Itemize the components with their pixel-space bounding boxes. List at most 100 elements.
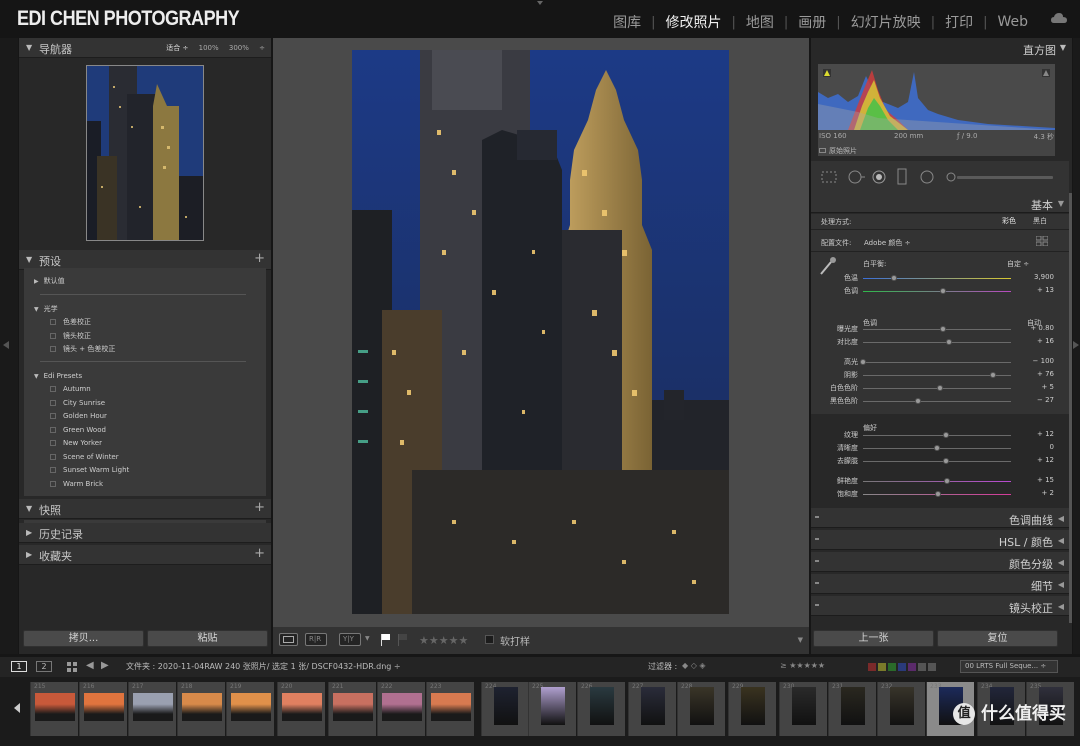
right-panel-scrollbar[interactable] <box>1069 193 1072 623</box>
right-panel-edge[interactable] <box>1073 38 1080 654</box>
profile-select[interactable]: Adobe 颜色 ÷ <box>864 238 910 248</box>
flag-pick-icon[interactable] <box>380 634 392 646</box>
before-after-button[interactable]: R|R <box>305 633 327 646</box>
module-slideshow[interactable]: 幻灯片放映 <box>851 12 921 32</box>
rating-filter[interactable]: ≥ ★★★★★ <box>780 661 825 670</box>
slider-thumb[interactable] <box>944 478 951 484</box>
slider-value[interactable]: + 2 <box>1041 489 1054 497</box>
module-library[interactable]: 图库 <box>613 12 641 32</box>
filmstrip-thumb[interactable]: 226 <box>577 682 625 736</box>
slider-value[interactable]: 0 <box>1050 443 1054 451</box>
navigator-header[interactable]: ▼ 导航器 适合 ÷ 100% 300% ÷ <box>19 38 271 58</box>
zoom-100[interactable]: 100% <box>199 44 219 52</box>
slider-track[interactable] <box>863 375 1011 376</box>
loupe-view-button[interactable] <box>279 633 298 646</box>
reset-button[interactable]: 复位 <box>937 630 1058 647</box>
color-label-filter[interactable] <box>868 663 936 671</box>
collapse-left-icon[interactable] <box>3 341 9 349</box>
filmstrip-thumb[interactable]: 224 <box>481 682 529 736</box>
rating-stars[interactable]: ★★★★★ <box>419 634 468 647</box>
module-print[interactable]: 打印 <box>945 12 973 32</box>
preset-item[interactable]: New Yorker <box>50 439 102 447</box>
slider-thumb[interactable] <box>939 288 946 294</box>
toolbar-menu-icon[interactable]: ▼ <box>798 636 803 644</box>
slider-value[interactable]: 3,900 <box>1034 273 1054 281</box>
presets-header[interactable]: ▼ 预设 + <box>19 250 271 270</box>
slider-thumb[interactable] <box>945 339 952 345</box>
filmstrip-thumb[interactable]: 220 <box>277 682 325 736</box>
slider-track[interactable] <box>863 342 1011 343</box>
slider-track[interactable] <box>863 401 1011 402</box>
preset-item[interactable]: Scene of Winter <box>50 453 119 461</box>
collapse-right-icon[interactable] <box>1073 341 1079 349</box>
slider-track[interactable] <box>863 291 1011 292</box>
original-photo-toggle[interactable]: 原始照片 <box>819 146 857 156</box>
slider-value[interactable]: + 15 <box>1037 476 1054 484</box>
left-panel-edge[interactable] <box>0 38 18 654</box>
section-hsl[interactable]: HSL / 颜色 ◀ <box>811 530 1069 550</box>
slider-thumb[interactable] <box>935 491 942 497</box>
hide-top-panel-icon[interactable] <box>537 1 543 5</box>
add-collection-icon[interactable]: + <box>254 546 265 561</box>
filmstrip-thumb[interactable]: 228 <box>677 682 725 736</box>
preset-item[interactable]: Green Wood <box>50 426 106 434</box>
preset-item[interactable]: 镜头校正 <box>50 331 91 341</box>
filmstrip-thumb[interactable]: 216 <box>79 682 127 736</box>
slider-thumb[interactable] <box>939 326 946 332</box>
slider-value[interactable]: + 76 <box>1037 370 1054 378</box>
preset-item[interactable]: 镜头 + 色差校正 <box>50 344 115 354</box>
main-window-button[interactable]: 1 <box>11 661 27 672</box>
slider-value[interactable]: + 16 <box>1037 337 1054 345</box>
paste-button[interactable]: 粘贴 <box>147 630 268 647</box>
history-header[interactable]: ▶ 历史记录 <box>19 523 271 543</box>
treatment-bw[interactable]: 黑白 <box>1033 216 1047 226</box>
before-after-mode-button[interactable]: Y|Y <box>339 633 361 646</box>
red-eye-icon[interactable] <box>871 169 887 185</box>
preset-item[interactable]: Sunset Warm Light <box>50 466 129 474</box>
filmstrip-thumb[interactable]: 223 <box>426 682 474 736</box>
add-preset-icon[interactable]: + <box>254 251 265 266</box>
slider-value[interactable]: + 0.80 <box>1030 324 1054 332</box>
filmstrip-left-icon[interactable] <box>14 703 20 713</box>
module-develop[interactable]: 修改照片 <box>666 12 722 32</box>
preset-item[interactable]: City Sunrise <box>50 399 105 407</box>
slider-track[interactable] <box>863 435 1011 436</box>
preset-item[interactable]: Autumn <box>50 385 91 393</box>
filmstrip-thumb[interactable]: 219 <box>226 682 274 736</box>
filmstrip-thumb[interactable]: 232 <box>877 682 925 736</box>
preset-group-optics[interactable]: ▼ 光学 <box>34 304 58 314</box>
add-snapshot-icon[interactable]: + <box>254 500 265 515</box>
section-detail[interactable]: 细节 ◀ <box>811 574 1069 594</box>
filmstrip-thumb[interactable]: 221 <box>328 682 376 736</box>
section-lens-corrections[interactable]: 镜头校正 ◀ <box>811 596 1069 616</box>
filmstrip-source[interactable]: 文件夹 : 2020-11-04RAW 240 张照片/ 选定 1 张/ DSC… <box>126 661 401 672</box>
filmstrip-thumb[interactable]: 230 <box>779 682 827 736</box>
slider-value[interactable]: − 27 <box>1037 396 1054 404</box>
module-web[interactable]: Web <box>997 14 1028 30</box>
navigator-preview[interactable] <box>86 65 204 241</box>
slider-track[interactable] <box>863 362 1011 363</box>
section-tone-curve[interactable]: 色调曲线 ◀ <box>811 508 1069 528</box>
slider-thumb[interactable] <box>942 458 949 464</box>
filmstrip-thumb[interactable]: 222 <box>377 682 425 736</box>
filmstrip-thumb[interactable]: 217 <box>128 682 176 736</box>
zoom-more[interactable]: ÷ <box>259 44 265 52</box>
adjustment-brush-icon[interactable] <box>945 170 1055 184</box>
histogram[interactable] <box>818 64 1055 156</box>
radial-filter-icon[interactable] <box>919 169 935 185</box>
filmstrip-thumb[interactable]: 227 <box>628 682 676 736</box>
slider-value[interactable]: − 100 <box>1033 357 1054 365</box>
main-photo[interactable] <box>352 50 729 614</box>
slider-thumb[interactable] <box>860 359 866 365</box>
preset-group-edi[interactable]: ▼ Edi Presets <box>34 372 82 380</box>
filmstrip-thumb[interactable]: 231 <box>828 682 876 736</box>
dropdown-arrow-icon[interactable]: ▼ <box>365 635 370 642</box>
preset-group-defaults[interactable]: ▶ 默认值 <box>34 276 65 286</box>
profile-browser-icon[interactable] <box>1036 236 1048 246</box>
slider-value[interactable]: + 13 <box>1037 286 1054 294</box>
filmstrip-thumb[interactable]: 218 <box>177 682 225 736</box>
preset-item[interactable]: 色差校正 <box>50 317 91 327</box>
previous-button[interactable]: 上一张 <box>813 630 934 647</box>
spot-removal-icon[interactable] <box>847 169 865 185</box>
filmstrip-thumb[interactable]: 225 <box>528 682 576 736</box>
